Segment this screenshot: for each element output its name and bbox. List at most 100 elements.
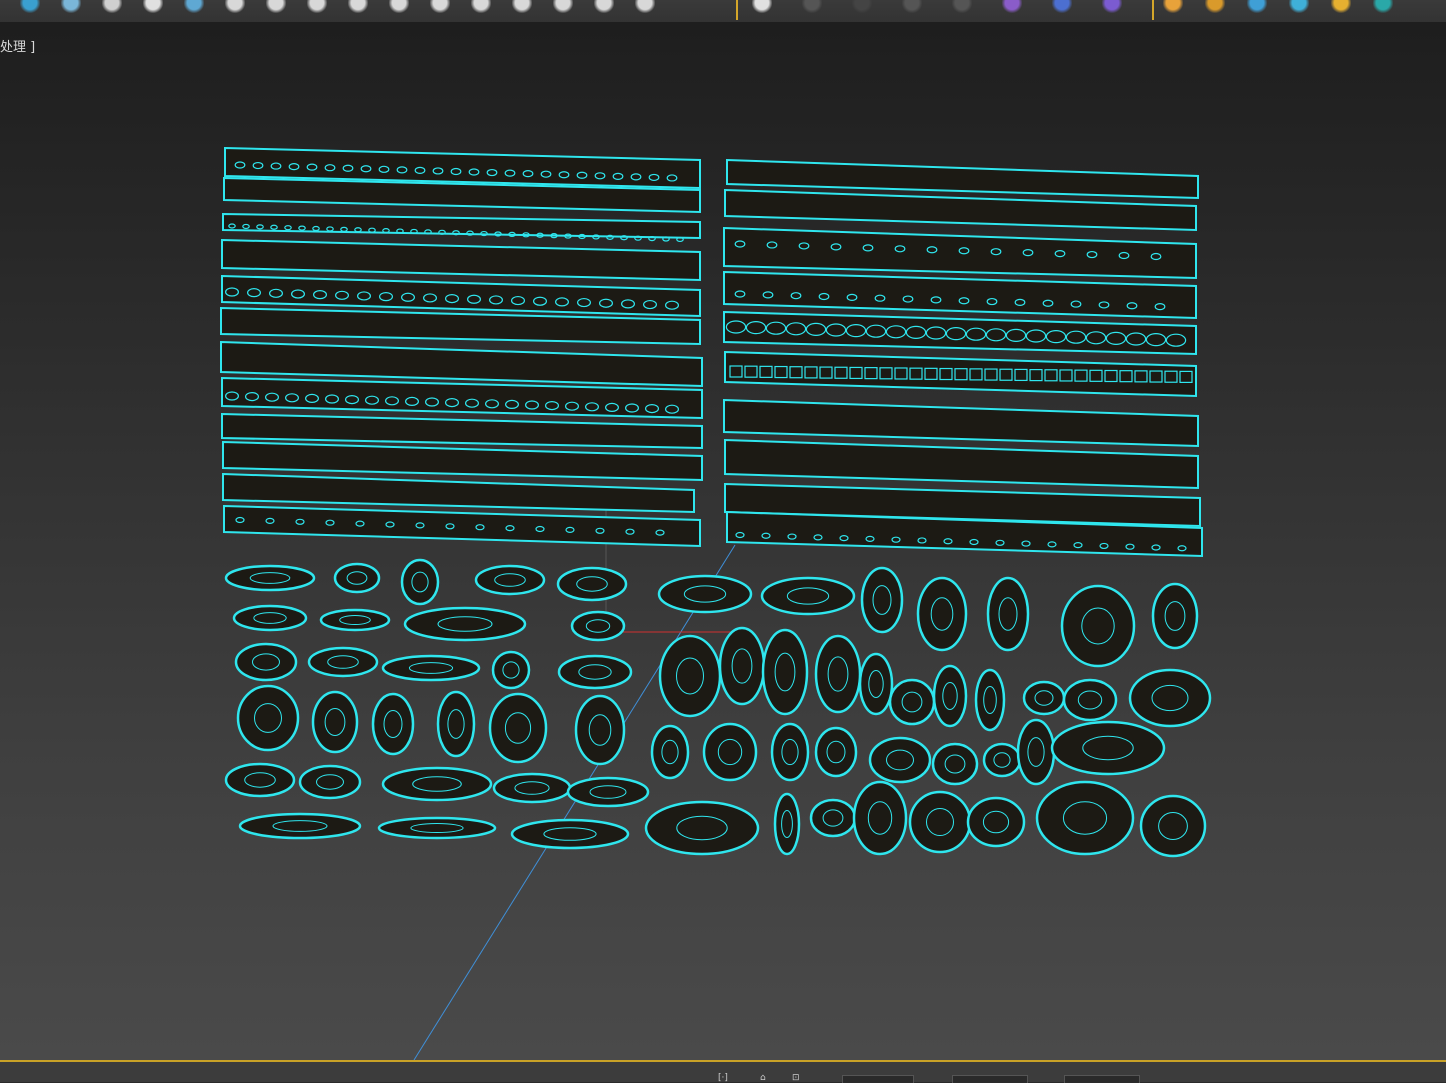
clock-icon[interactable] <box>635 0 655 14</box>
trim-strip <box>723 310 1197 356</box>
ornament-island <box>814 634 862 714</box>
obj-import-icon[interactable] <box>1052 0 1072 14</box>
ornament-island <box>371 692 415 756</box>
ornament-island <box>333 562 381 594</box>
circle-icon[interactable] <box>802 0 822 14</box>
ornament-islands <box>224 558 1212 858</box>
isolate-icon[interactable]: [·] <box>718 1074 728 1083</box>
camera-icon[interactable] <box>852 0 872 14</box>
ornament-island <box>1016 718 1056 786</box>
ornament-island <box>307 646 379 678</box>
ornament-island <box>570 610 626 642</box>
coord-z-field[interactable] <box>1064 1075 1140 1083</box>
bone-icon[interactable] <box>184 0 204 14</box>
ornament-island <box>319 608 391 632</box>
trim-strip <box>724 438 1199 490</box>
ornament-island <box>311 690 359 754</box>
ornament-island <box>650 724 690 780</box>
pencil-icon[interactable] <box>1205 0 1225 14</box>
ornament-island <box>1050 720 1166 776</box>
ornament-island <box>858 652 894 716</box>
ornament-island <box>718 626 766 706</box>
export-icon[interactable] <box>512 0 532 14</box>
main-toolbar <box>0 0 1446 23</box>
document-icon[interactable] <box>266 0 286 14</box>
ornament-island <box>224 762 296 798</box>
trim-panel-left <box>220 146 703 548</box>
trim-strip <box>724 350 1197 398</box>
ornament-island <box>574 694 626 766</box>
ornament-island <box>809 798 857 838</box>
coord-y-field[interactable] <box>952 1075 1028 1083</box>
ornament-island <box>986 576 1030 652</box>
link-icon[interactable] <box>61 0 81 14</box>
ornament-island <box>381 654 481 682</box>
ornament-island <box>974 668 1006 732</box>
toolbar-group-tools <box>20 0 676 22</box>
sun-icon[interactable] <box>143 0 163 14</box>
star-icon[interactable] <box>1373 0 1393 14</box>
ornament-island <box>381 766 493 802</box>
gear-icon[interactable] <box>1102 0 1122 14</box>
ornament-island <box>868 736 932 784</box>
ornament-island <box>1139 794 1207 858</box>
hand-icon[interactable] <box>430 0 450 14</box>
ornament-island <box>908 790 972 854</box>
ornament-island <box>852 780 908 856</box>
ornament-island <box>236 684 300 752</box>
select-object-icon[interactable] <box>20 0 40 14</box>
ornament-island <box>474 564 546 596</box>
stack-icon[interactable] <box>389 0 409 14</box>
frame-icon[interactable] <box>471 0 491 14</box>
ornament-island <box>556 566 628 602</box>
ornament-island <box>566 776 650 808</box>
strip-motif <box>676 236 684 243</box>
ornament-island <box>931 742 979 786</box>
ornament-island <box>1128 668 1212 728</box>
m-icon[interactable] <box>1331 0 1351 14</box>
trim-strip <box>222 472 695 514</box>
ornament-island <box>658 634 722 718</box>
strip-motif <box>648 236 656 242</box>
ornament-island <box>238 812 362 840</box>
ornament-island <box>932 664 968 728</box>
ornament-island <box>1035 780 1135 856</box>
ornament-island <box>1060 584 1136 668</box>
link-chain-icon[interactable] <box>594 0 614 14</box>
people-icon[interactable] <box>1247 0 1267 14</box>
zoom-extents-icon[interactable]: ⊡ <box>792 1074 802 1083</box>
ornament-island <box>234 642 298 682</box>
ornament-island <box>702 722 758 782</box>
ornament-island <box>966 796 1026 848</box>
bulb-icon[interactable] <box>952 0 972 14</box>
person-icon[interactable] <box>1289 0 1309 14</box>
light-icon[interactable] <box>102 0 122 14</box>
perspective-viewport[interactable]: 处理 ] Z <box>0 23 1446 1060</box>
ornament-island <box>860 566 904 634</box>
ornament-island <box>491 650 531 690</box>
rotate-icon[interactable] <box>348 0 368 14</box>
chart-icon[interactable] <box>1163 0 1183 14</box>
toolbar-separator <box>736 0 738 20</box>
render-icon[interactable] <box>752 0 772 14</box>
toolbar-separator <box>1152 0 1154 20</box>
copy-icon[interactable] <box>307 0 327 14</box>
trim-strip <box>723 270 1197 320</box>
teapot-icon[interactable] <box>902 0 922 14</box>
obj-export-icon[interactable] <box>1002 0 1022 14</box>
paint-icon[interactable] <box>225 0 245 14</box>
trim-strip <box>221 412 703 450</box>
trim-strip <box>222 212 701 240</box>
strip-motif <box>634 235 642 241</box>
status-bar: [·] ⌂ ⊡ <box>0 1060 1446 1083</box>
home-icon[interactable]: ⌂ <box>760 1074 770 1083</box>
coord-x-field[interactable] <box>842 1075 914 1083</box>
uv-layout-scene: Z <box>220 146 1212 1060</box>
ornament-island <box>224 564 316 592</box>
ornament-island <box>644 800 760 856</box>
ornament-island <box>770 722 810 782</box>
grid-icon[interactable] <box>553 0 573 14</box>
ornament-island <box>916 576 968 652</box>
ornament-island <box>232 604 308 632</box>
ornament-island <box>982 742 1022 778</box>
